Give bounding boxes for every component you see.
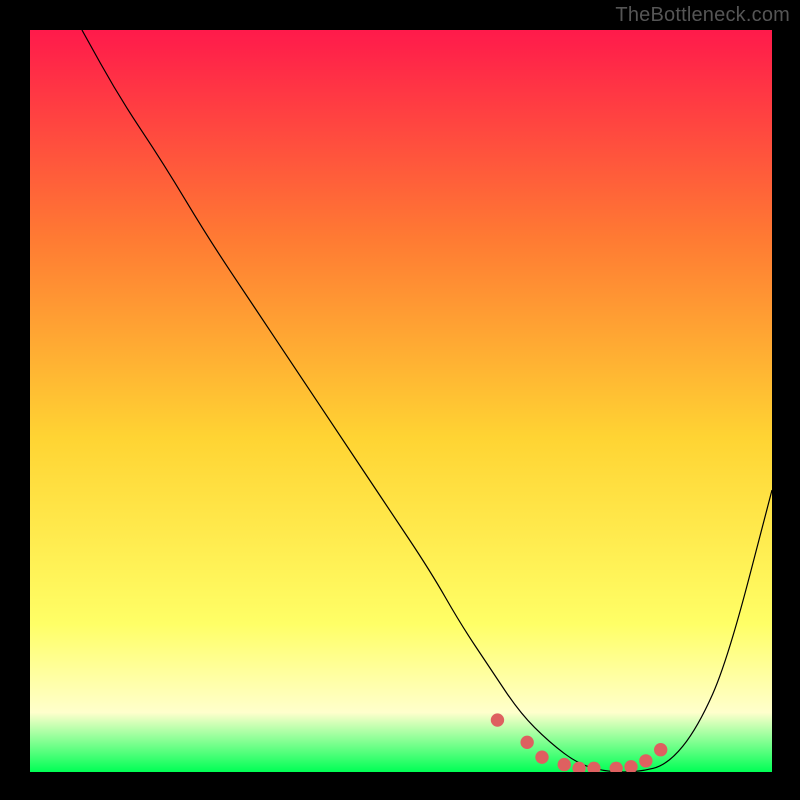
gradient-background — [30, 30, 772, 772]
plot-area — [30, 30, 772, 772]
highlight-dot — [520, 736, 533, 749]
watermark-text: TheBottleneck.com — [615, 4, 790, 27]
highlight-dot — [639, 754, 652, 767]
highlight-dot — [535, 750, 548, 763]
chart-frame: TheBottleneck.com — [0, 0, 800, 800]
chart-svg — [30, 30, 772, 772]
highlight-dot — [491, 713, 504, 726]
highlight-dot — [654, 743, 667, 756]
highlight-dot — [558, 758, 571, 771]
